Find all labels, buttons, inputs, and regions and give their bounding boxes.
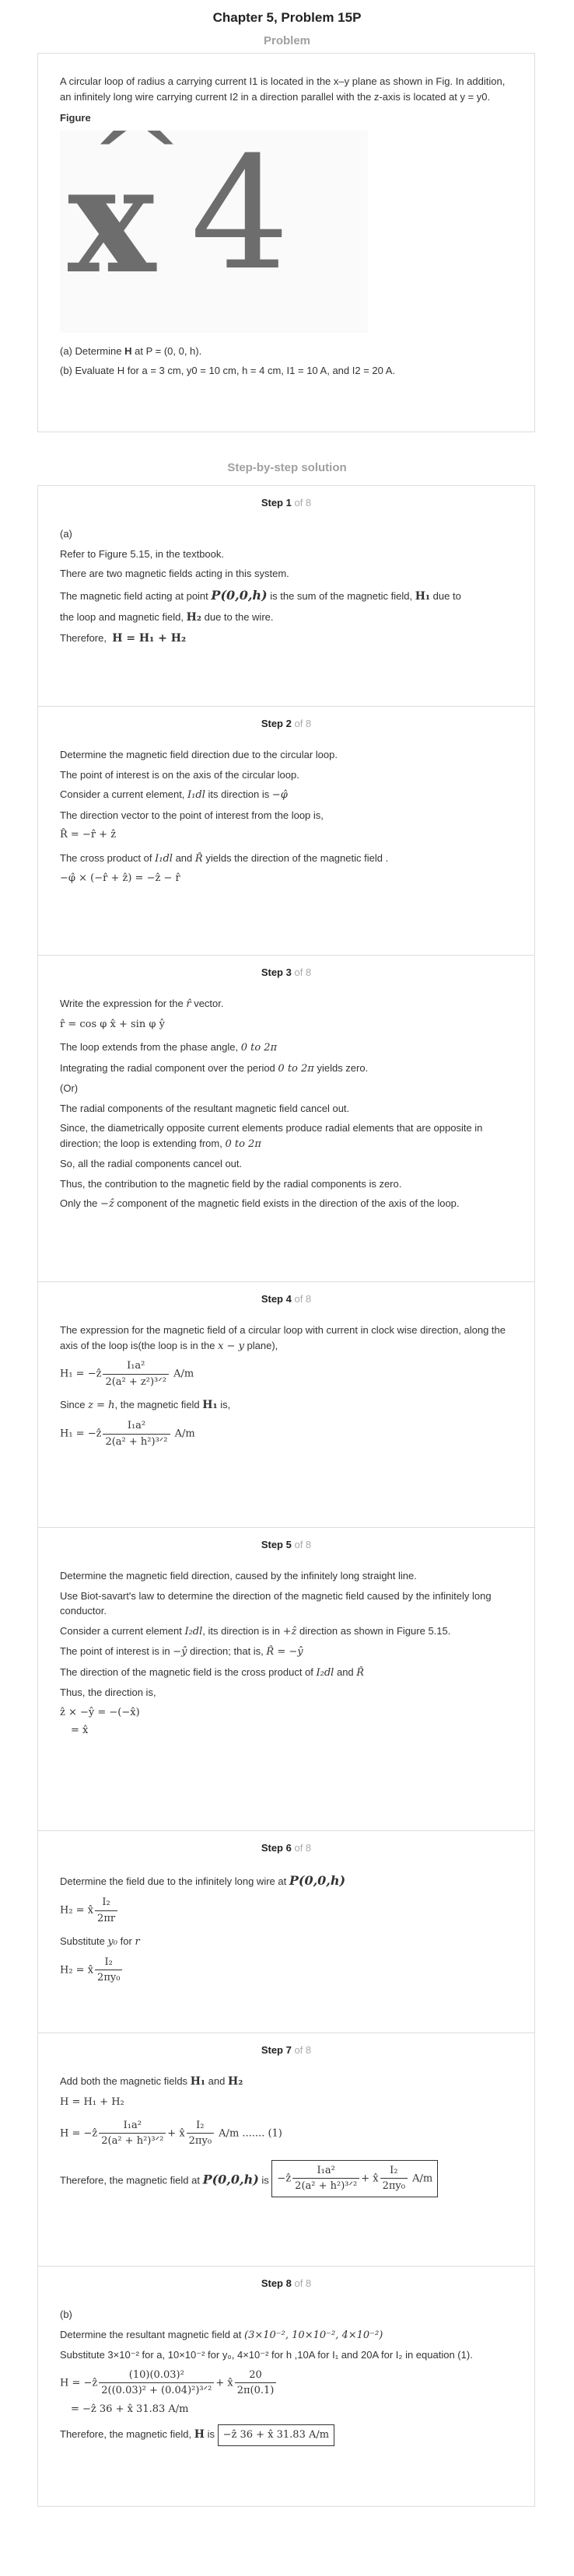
step-7: Step 7 of 8 Add both the magnetic fields… [37, 2032, 535, 2266]
step-text: Therefore, the magnetic field at P(0,0,h… [60, 2157, 513, 2205]
step-text: Only the −ẑ component of the magnetic fi… [60, 1197, 460, 1210]
step-8: Step 8 of 8 (b) Determine the resultant … [37, 2266, 535, 2507]
step-text: Substitute 3×10⁻² for a, 10×10⁻² for y₀,… [60, 2349, 473, 2361]
step-header: Step 1 of 8 [261, 497, 312, 509]
step-5: Step 5 of 8 Determine the magnetic field… [37, 1527, 535, 1830]
step-text: Integrating the radial component over th… [60, 1061, 369, 1075]
step-text: Determine the resultant magnetic field a… [60, 2328, 383, 2341]
step-text: Write the expression for the r̂ vector. [60, 998, 224, 1010]
step-text: The point of interest is in −ŷ direction… [60, 1645, 303, 1658]
figure-x-glyph: x [68, 132, 156, 306]
step-text: Thus, the contribution to the magnetic f… [60, 1177, 402, 1190]
step-text: Refer to Figure 5.15, in the textbook. [60, 547, 225, 560]
step-text: Determine the magnetic field direction, … [60, 1570, 417, 1582]
equation: H = −ẑ (10)(0.03)² 2((0.03)² + (0.04)²)³ᐟ²… [60, 2368, 513, 2399]
step-text: There are two magnetic fields acting in … [60, 568, 289, 579]
page-title: Chapter 5, Problem 15P [212, 10, 362, 25]
part-b-question: (b) Evaluate H for a = 3 cm, y0 = 10 cm,… [60, 365, 396, 376]
final-answer-box: −ẑ I₁a² 2(a² + h²)³ᐟ² + x̂ I₂ 2πy₀ A/m [271, 2159, 439, 2197]
step-text: the loop and magnetic field, H₂ due to t… [60, 610, 274, 624]
step-header: Step 4 of 8 [261, 1293, 312, 1305]
equation: H = H₁ + H₂ [60, 2096, 124, 2108]
step-text: The magnetic field acting at point P(0,0… [60, 587, 461, 603]
equation: H₂ = x̂ I₂ 2πy₀ [60, 1955, 513, 1986]
step-text: The point of interest is on the axis of … [60, 768, 299, 781]
final-answer-box: −ẑ 36 + x̂ 31.83 A/m [217, 2424, 335, 2446]
equation: H₂ = x̂ I₂ 2πr [60, 1895, 513, 1926]
equation: H₁ = −ẑ I₁a² 2(a² + z²)³ᐟ² A/m [60, 1360, 194, 1388]
step-text: Since, the diametrically opposite curren… [60, 1122, 483, 1150]
problem-statement: A circular loop of radius a carrying cur… [60, 75, 506, 103]
step-text: Consider a current element I₂dl, its dir… [60, 1624, 451, 1638]
equation: H₁ = −ẑ I₁a² 2(a² + h²)³ᐟ² A/m [60, 1420, 195, 1448]
step-text: Therefore, the magnetic field, H is −ẑ 3… [60, 2424, 513, 2446]
step-text: The cross product of I₁dl and R̂ yields … [60, 851, 389, 865]
step-text: Determine the field due to the infinitel… [60, 1873, 346, 1888]
step-text: Since z = h, the magnetic field H₁ is, [60, 1399, 231, 1411]
figure-4-glyph: 4 [191, 130, 290, 305]
figure-label: Figure [60, 112, 91, 124]
equation: = −ẑ 36 + x̂ 31.83 A/m [71, 2403, 189, 2415]
step-text: Therefore, H = H₁ + H₂ [60, 631, 187, 645]
step-header: Step 2 of 8 [261, 718, 312, 729]
step-1: Step 1 of 8 (a) Refer to Figure 5.15, in… [37, 485, 535, 706]
step-text: Substitute y₀ for r [60, 1935, 140, 1948]
step-6: Step 6 of 8 Determine the field due to t… [37, 1830, 535, 2032]
solution-page: Chapter 5, Problem 15P Problem A circula… [0, 0, 574, 2576]
equation: = x̂ [71, 1725, 89, 1736]
equation: −φ̂ × (−r̂ + ẑ) = −ẑ − r̂ [60, 872, 180, 884]
problem-section-label: Problem [263, 34, 310, 47]
step-text: Use Biot-savart's law to determine the d… [60, 1589, 492, 1617]
step-header: Step 3 of 8 [261, 966, 312, 978]
part-label: (b) [60, 2309, 72, 2320]
step-2: Step 2 of 8 Determine the magnetic field… [37, 706, 535, 955]
step-text: Determine the magnetic field direction d… [60, 749, 338, 760]
step-text: The direction of the magnetic field is t… [60, 1665, 365, 1679]
step-4: Step 4 of 8 The expression for the magne… [37, 1281, 535, 1527]
step-text: The radial components of the resultant m… [60, 1102, 350, 1114]
step-text: The loop extends from the phase angle, 0… [60, 1041, 278, 1054]
problem-box: A circular loop of radius a carrying cur… [37, 53, 535, 432]
step-text: The expression for the magnetic field of… [60, 1324, 506, 1352]
equation: ẑ × −ŷ = −(−x̂) [60, 1706, 140, 1718]
equation: r̂ = cos φ x̂ + sin φ ŷ [60, 1018, 165, 1030]
step-3: Step 3 of 8 Write the expression for the… [37, 955, 535, 1281]
step-text: The direction vector to the point of int… [60, 809, 324, 821]
step-text: So, all the radial components cancel out… [60, 1158, 243, 1169]
solution-section-label: Step-by-step solution [227, 461, 347, 474]
equation: R̂ = −r̂ + ẑ [60, 829, 117, 841]
step-text: Consider a current element, I₁dl its dir… [60, 788, 288, 801]
step-header: Step 6 of 8 [261, 1842, 312, 1854]
part-label: (a) [60, 528, 72, 540]
step-header: Step 5 of 8 [261, 1539, 312, 1550]
equation: H = −ẑ I₁a² 2(a² + h²)³ᐟ² + x̂ I₂ 2πy₀ A/m ..… [60, 2119, 282, 2148]
step-header: Step 8 of 8 [261, 2277, 312, 2289]
step-text: Thus, the direction is, [60, 1686, 156, 1698]
part-a-question: (a) Determine H at P = (0, 0, h). [60, 344, 202, 357]
step-text: (Or) [60, 1082, 79, 1094]
figure-image: ^ x 4 [60, 130, 368, 333]
step-header: Step 7 of 8 [261, 2044, 312, 2056]
step-text: Add both the magnetic fields H₁ and H₂ [60, 2075, 243, 2088]
